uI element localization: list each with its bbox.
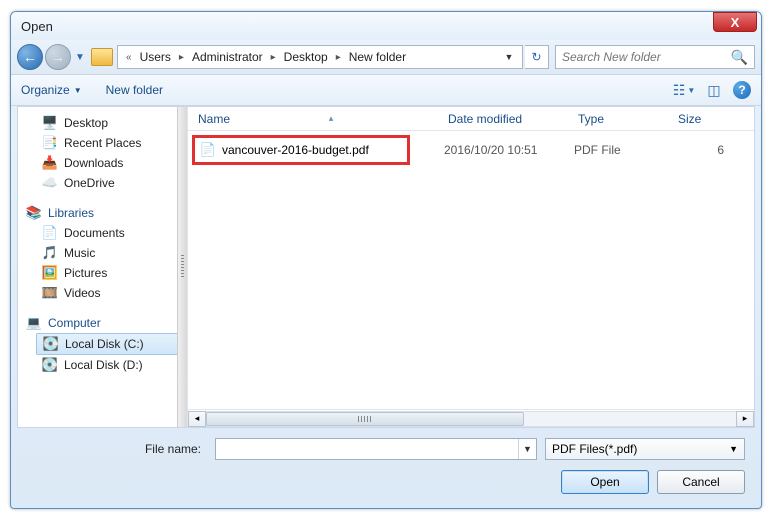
scroll-right-button[interactable]: ▸ — [736, 411, 754, 427]
sidebar-item-local-disk-c[interactable]: 💽Local Disk (C:) — [36, 333, 181, 355]
videos-icon: 🎞️ — [42, 285, 58, 301]
column-header-date[interactable]: Date modified — [438, 112, 568, 126]
forward-button[interactable]: → — [45, 44, 71, 70]
window-title: Open — [21, 19, 53, 34]
breadcrumb-administrator[interactable]: Administrator — [188, 48, 267, 66]
new-folder-button[interactable]: New folder — [106, 83, 163, 97]
file-pane: Name▴ Date modified Type Size 📄 vancouver… — [188, 107, 754, 427]
search-input[interactable] — [562, 50, 731, 64]
refresh-button[interactable]: ↻ — [525, 45, 549, 69]
music-icon: 🎵 — [42, 245, 58, 261]
downloads-icon: 📥 — [42, 155, 58, 171]
help-button[interactable]: ? — [733, 81, 751, 99]
chevron-down-icon: ▼ — [729, 444, 738, 454]
recent-icon: 📑 — [42, 135, 58, 151]
sort-indicator-icon: ▴ — [329, 113, 334, 124]
filename-combo[interactable]: ▼ — [215, 438, 537, 460]
scroll-left-button[interactable]: ◂ — [188, 411, 206, 427]
back-button[interactable]: ← — [17, 44, 43, 70]
file-size: 6 — [674, 143, 748, 157]
breadcrumb-dropdown[interactable]: ▼ — [500, 52, 518, 62]
sidebar-item-onedrive[interactable]: ☁️OneDrive — [18, 173, 187, 193]
filename-label: File name: — [27, 442, 207, 456]
file-row[interactable]: 📄 vancouver-2016-budget.pdf 2016/10/20 10… — [194, 139, 748, 161]
file-date: 2016/10/20 10:51 — [444, 143, 574, 157]
chevron-right-icon: ▸ — [332, 52, 345, 63]
column-headers: Name▴ Date modified Type Size — [188, 107, 754, 131]
sidebar-item-videos[interactable]: 🎞️Videos — [18, 283, 187, 303]
cloud-icon: ☁️ — [42, 175, 58, 191]
libraries-icon: 📚 — [26, 205, 42, 221]
column-header-type[interactable]: Type — [568, 112, 668, 126]
search-icon[interactable]: 🔍 — [731, 49, 748, 66]
sidebar-item-desktop[interactable]: 🖥️Desktop — [18, 113, 187, 133]
disk-icon: 💽 — [42, 357, 58, 373]
sidebar-splitter[interactable] — [177, 107, 187, 427]
sidebar-item-documents[interactable]: 📄Documents — [18, 223, 187, 243]
sidebar-item-local-disk-d[interactable]: 💽Local Disk (D:) — [18, 355, 187, 375]
breadcrumb[interactable]: « Users ▸ Administrator ▸ Desktop ▸ New … — [117, 45, 523, 69]
preview-pane-button[interactable]: ◫ — [703, 79, 725, 101]
chevron-right-icon: ▸ — [175, 52, 188, 63]
toolbar: Organize▼ New folder ☷ ▼ ◫ ? — [11, 74, 761, 106]
scroll-track[interactable] — [206, 411, 736, 427]
content-area: 🖥️Desktop 📑Recent Places 📥Downloads ☁️On… — [17, 106, 755, 428]
view-options-button[interactable]: ☷ ▼ — [673, 79, 695, 101]
computer-icon: 💻 — [26, 315, 42, 331]
scroll-thumb[interactable] — [206, 412, 524, 426]
pictures-icon: 🖼️ — [42, 265, 58, 281]
folder-icon — [91, 48, 113, 66]
search-box[interactable]: 🔍 — [555, 45, 755, 69]
sidebar-computer-head[interactable]: 💻Computer — [18, 313, 187, 333]
history-dropdown[interactable]: ▼ — [73, 44, 87, 70]
open-button[interactable]: Open — [561, 470, 649, 494]
close-button[interactable]: X — [713, 12, 757, 32]
breadcrumb-new-folder[interactable]: New folder — [345, 48, 410, 66]
sidebar-item-recent[interactable]: 📑Recent Places — [18, 133, 187, 153]
navbar: ← → ▼ « Users ▸ Administrator ▸ Desktop … — [11, 40, 761, 74]
disk-icon: 💽 — [43, 336, 59, 352]
breadcrumb-users[interactable]: Users — [136, 48, 175, 66]
chevron-down-icon: ▼ — [74, 86, 82, 95]
sidebar-item-music[interactable]: 🎵Music — [18, 243, 187, 263]
filename-dropdown[interactable]: ▼ — [518, 439, 536, 459]
chevron-right-icon: ▸ — [267, 52, 280, 63]
desktop-icon: 🖥️ — [42, 115, 58, 131]
file-type-filter[interactable]: PDF Files(*.pdf) ▼ — [545, 438, 745, 460]
documents-icon: 📄 — [42, 225, 58, 241]
file-type: PDF File — [574, 143, 674, 157]
filter-label: PDF Files(*.pdf) — [552, 442, 729, 456]
sidebar-libraries-head[interactable]: 📚Libraries — [18, 203, 187, 223]
sidebar-item-downloads[interactable]: 📥Downloads — [18, 153, 187, 173]
file-list[interactable]: 📄 vancouver-2016-budget.pdf 2016/10/20 10… — [188, 131, 754, 409]
pdf-file-icon: 📄 — [200, 142, 216, 158]
titlebar[interactable]: Open X — [11, 12, 761, 40]
sidebar-item-pictures[interactable]: 🖼️Pictures — [18, 263, 187, 283]
horizontal-scrollbar[interactable]: ◂ ▸ — [188, 409, 754, 427]
filename-input[interactable] — [216, 442, 518, 456]
breadcrumb-desktop[interactable]: Desktop — [280, 48, 332, 66]
open-dialog: Open X ← → ▼ « Users ▸ Administrator ▸ D… — [10, 11, 762, 509]
cancel-button[interactable]: Cancel — [657, 470, 745, 494]
column-header-name[interactable]: Name▴ — [188, 112, 438, 126]
column-header-size[interactable]: Size — [668, 112, 754, 126]
navigation-pane: 🖥️Desktop 📑Recent Places 📥Downloads ☁️On… — [18, 107, 188, 427]
window-buttons: X — [713, 12, 757, 34]
organize-button[interactable]: Organize▼ — [21, 83, 82, 97]
chevron-left-icon: « — [122, 52, 136, 63]
file-name: vancouver-2016-budget.pdf — [222, 143, 369, 157]
bottom-bar: File name: ▼ PDF Files(*.pdf) ▼ Open Can… — [11, 428, 761, 508]
